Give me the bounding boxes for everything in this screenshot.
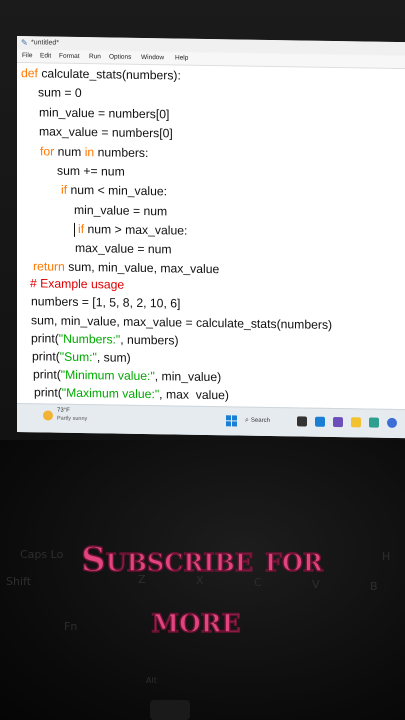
key-v: V [312,578,320,591]
weather-temperature[interactable]: 73°F [57,408,70,414]
code-line: print("Sum:", sum) [32,349,131,365]
laptop-screen: ✎ *untitled* File Edit Format Run Option… [17,36,405,439]
key-alt: Alt [146,676,157,685]
code-line: if num > max_value: [78,221,188,238]
idle-feather-icon: ✎ [21,38,28,48]
key-x: X [196,574,204,587]
code-line: if num < min_value: [61,182,168,199]
chat-icon[interactable] [333,416,343,428]
code-line: print("Numbers:", numbers) [31,331,179,348]
file-explorer-icon[interactable] [351,417,361,428]
text-cursor [74,222,75,237]
menu-format[interactable]: Format [59,51,80,63]
code-line: sum = 0 [38,85,82,101]
code-line: return sum, min_value, max_value [33,259,220,277]
code-comment: # Example usage [30,276,125,292]
browser-icon[interactable] [387,417,397,428]
weather-description[interactable]: Partly sunny [57,416,87,422]
code-editor[interactable]: def calculate_stats(numbers): sum = 0 mi… [17,63,405,410]
code-line: print("Minimum value:", min_value) [33,367,222,385]
key-h: H [382,550,391,563]
window-title: *untitled* [31,39,60,47]
widgets-icon[interactable] [315,416,325,427]
code-line: for num in numbers: [40,144,149,161]
menu-edit[interactable]: Edit [40,50,51,62]
code-line: min_value = numbers[0] [39,105,170,122]
code-line: min_value = num [74,202,168,219]
menu-window[interactable]: Window [141,52,164,64]
windows-taskbar: 73°F Partly sunny ⌕ Search [17,403,405,439]
menu-help[interactable]: Help [175,52,188,64]
key-shift: Shift [6,575,32,588]
code-line: sum += num [57,163,125,179]
task-view-icon[interactable] [297,416,307,427]
code-line: numbers = [1, 5, 8, 2, 10, 6] [31,294,181,311]
code-line: print("Maximum value:", max value) [34,385,229,403]
taskbar-search[interactable]: ⌕ Search [245,415,287,428]
code-line: def calculate_stats(numbers): [21,66,181,83]
code-line: max_value = num [75,240,172,257]
menu-run[interactable]: Run [89,51,101,63]
key-caps-lock: Caps Lo [20,548,64,561]
menu-file[interactable]: File [22,50,32,62]
key-b: B [370,580,378,593]
store-icon[interactable] [369,417,379,428]
trackpad-edge [150,700,190,720]
key-c: C [254,576,262,589]
windows-start-icon[interactable] [226,415,237,427]
code-line: max_value = numbers[0] [39,124,173,141]
key-z: Z [138,573,146,586]
search-icon: ⌕ [245,416,249,424]
key-fn: Fn [64,620,78,633]
laptop-keyboard: Caps Lo Shift Fn Z X C V B H Alt [0,440,405,720]
code-line: sum, min_value, max_value = calculate_st… [31,313,333,332]
weather-sun-icon[interactable] [43,410,53,421]
menu-options[interactable]: Options [109,51,131,63]
